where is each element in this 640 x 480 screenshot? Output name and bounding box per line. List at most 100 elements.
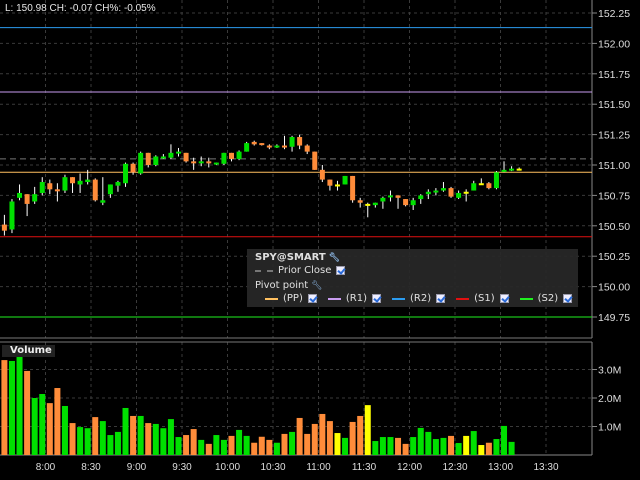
volume-bar — [175, 437, 182, 455]
volume-bar — [364, 405, 371, 455]
volume-bar — [167, 419, 174, 455]
time-label: 8:00 — [36, 462, 56, 473]
candle-body — [77, 180, 83, 185]
volume-bar — [493, 439, 500, 455]
legend-checkbox-r2[interactable] — [436, 294, 446, 303]
candle-body — [47, 183, 53, 190]
volume-bar — [455, 443, 462, 455]
wrench-icon[interactable]: 🔧︎ — [329, 253, 340, 263]
candle-body — [176, 151, 182, 154]
volume-bar — [425, 431, 432, 455]
volume-bar — [296, 417, 303, 455]
candle-body — [160, 156, 166, 159]
volume-bar — [440, 437, 447, 455]
candle-body — [39, 182, 45, 193]
price-label: 151.75 — [598, 69, 630, 81]
legend-swatch-r1 — [327, 297, 341, 300]
candle-body — [236, 151, 242, 159]
prior-close-label: Prior Close — [278, 265, 332, 276]
legend-checkbox-s1[interactable] — [499, 294, 509, 303]
volume-bar — [470, 431, 477, 455]
volume-bar — [54, 388, 61, 455]
candle-body — [198, 161, 204, 164]
legend-checkbox-r1[interactable] — [372, 294, 381, 303]
volume-bar — [395, 437, 402, 455]
volume-bar — [319, 413, 326, 455]
prior-close-checkbox[interactable] — [336, 266, 346, 275]
candle-body — [372, 202, 378, 206]
candle-body — [501, 169, 507, 172]
time-label: 8:30 — [81, 462, 101, 473]
legend-swatch-s2 — [519, 297, 533, 300]
volume-bar — [357, 415, 364, 455]
volume-bar — [228, 435, 235, 455]
volume-bar — [251, 442, 258, 455]
time-label: 11:00 — [306, 462, 331, 473]
price-label: 149.75 — [598, 312, 630, 324]
price-label: 152.25 — [598, 8, 630, 20]
candle-body — [357, 200, 363, 203]
legend-checkbox-s2[interactable] — [563, 294, 573, 303]
volume-bar — [122, 407, 129, 455]
candle-body — [115, 182, 121, 186]
volume-bar — [130, 415, 137, 455]
study-legend: SPY@SMART 🔧︎ Prior Close Pivot point 🔧︎ (P… — [247, 249, 578, 307]
candle-body — [259, 143, 265, 146]
volume-bar — [432, 439, 439, 455]
price-label: 150.50 — [598, 221, 630, 233]
volume-bar — [213, 435, 220, 455]
candle-body — [478, 183, 484, 186]
candle-body — [342, 175, 348, 185]
volume-bar — [402, 443, 409, 455]
legend-swatch-r2 — [392, 297, 405, 300]
candle-body — [213, 162, 219, 165]
candle-body — [183, 152, 189, 162]
candle-body — [138, 152, 144, 174]
time-label: 11:30 — [352, 462, 377, 473]
price-label: 150.75 — [598, 190, 630, 202]
volume-axis-label: 3.0M — [598, 365, 621, 377]
volume-bar — [501, 425, 508, 455]
volume-bar — [448, 435, 455, 455]
candle-body — [387, 195, 393, 198]
candle-body — [229, 152, 234, 159]
price-label: 150.25 — [598, 251, 630, 263]
legend-label-s2: (S2) — [537, 293, 559, 304]
candle-body — [297, 137, 303, 146]
volume-bar — [183, 435, 190, 455]
legend-label-pp: (PP) — [283, 293, 303, 304]
volume-bar — [69, 423, 76, 455]
candle-body — [1, 224, 7, 231]
wrench-icon[interactable]: 🔧︎ — [311, 281, 322, 291]
candle-body — [418, 195, 424, 200]
time-label: 13:30 — [533, 462, 558, 473]
volume-bar — [236, 429, 243, 455]
candle-body — [24, 194, 30, 204]
candle-body — [304, 145, 310, 152]
volume-bar — [160, 428, 167, 455]
candle-body — [54, 189, 60, 192]
volume-axis-label: 1.0M — [598, 422, 621, 434]
volume-bar — [114, 431, 121, 455]
volume-bar — [258, 436, 265, 455]
price-label: 151.00 — [598, 160, 630, 172]
volume-bar — [107, 435, 114, 455]
candle-body — [403, 199, 409, 206]
candle-body — [334, 184, 340, 187]
volume-bar — [417, 427, 424, 455]
candle-body — [168, 152, 174, 158]
price-volume-chart[interactable]: 8:00 8:30 9:00 9:30 10:00 10:30 11:00 11:30 12:0… — [0, 0, 640, 480]
volume-bar — [92, 417, 99, 455]
volume-bar — [84, 428, 91, 455]
volume-bar — [379, 437, 386, 455]
volume-bar — [205, 443, 212, 455]
volume-bar — [39, 394, 46, 455]
price-label: 150.00 — [598, 282, 630, 294]
legend-checkbox-pp[interactable] — [307, 294, 317, 303]
volume-bar — [372, 441, 379, 455]
candle-body — [100, 200, 106, 203]
candle-body — [130, 163, 136, 173]
pivot-legend-items: (PP) (R1) (R2) (S1) (S2) — [265, 293, 578, 304]
candle-body — [493, 172, 499, 189]
candle-body — [486, 183, 492, 189]
